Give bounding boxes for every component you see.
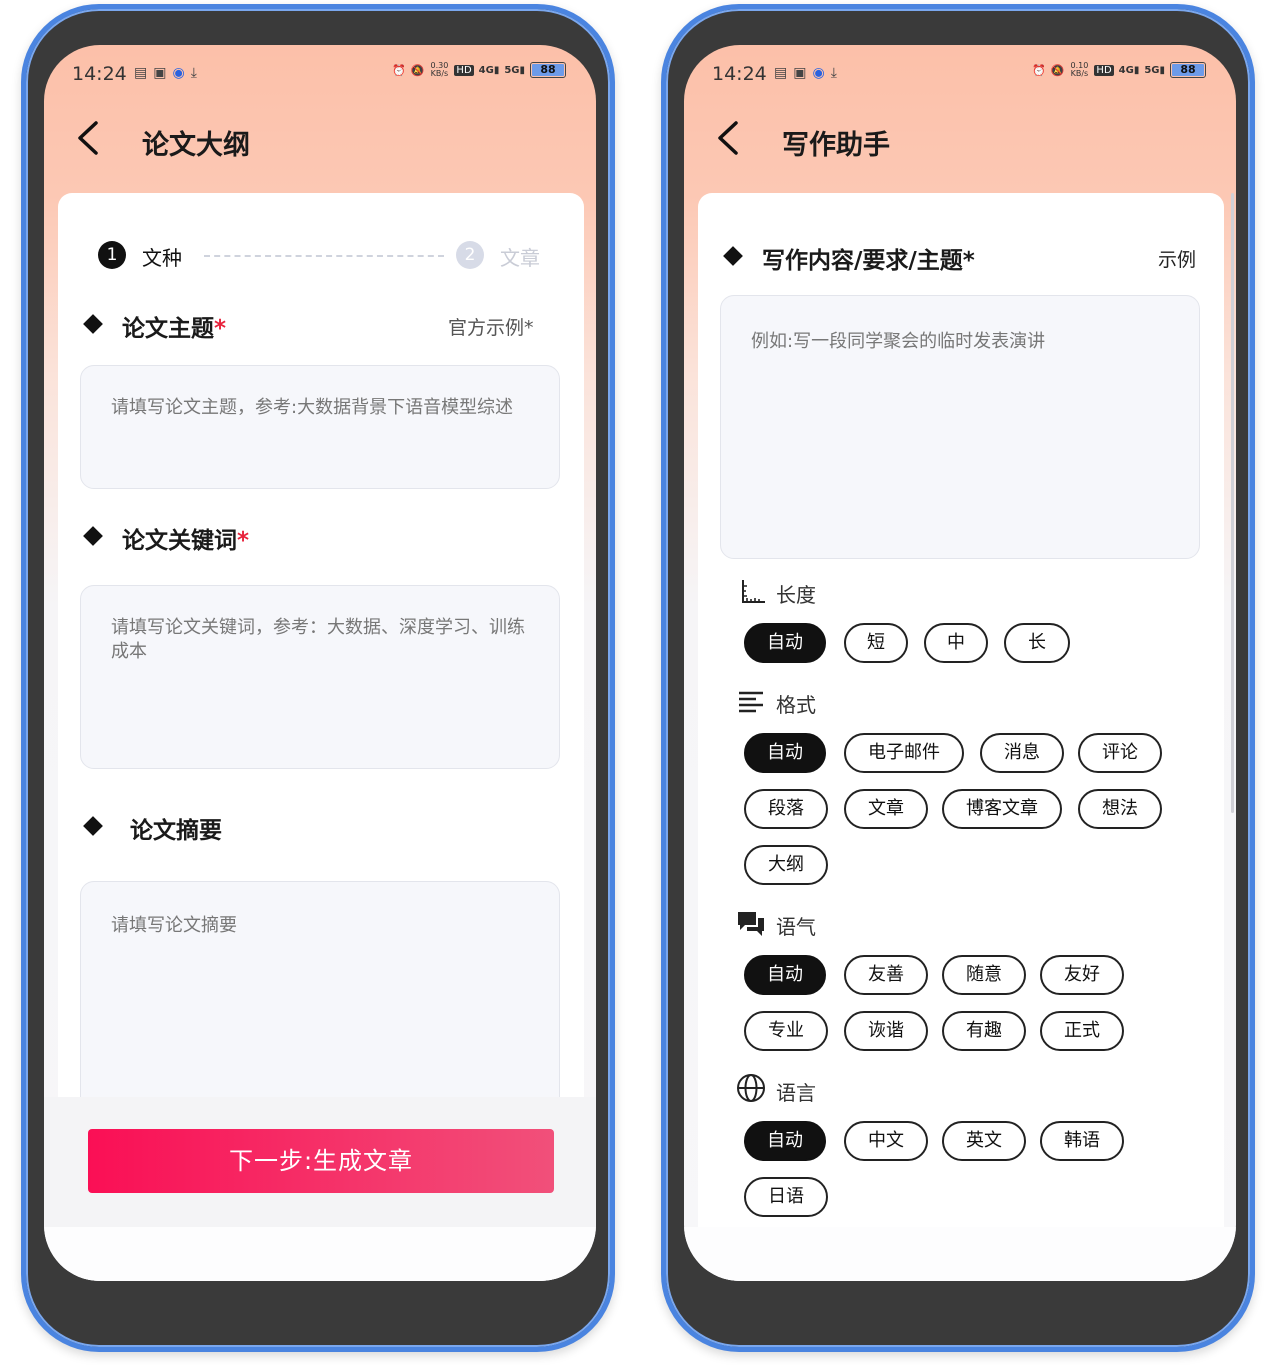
content-title: 写作内容/要求/主题* [762, 248, 975, 274]
language-option-auto[interactable]: 自动 [744, 1121, 826, 1161]
example-link[interactable]: 示例 [1158, 245, 1196, 272]
format-option-email[interactable]: 电子邮件 [844, 733, 964, 773]
alarm-icon: ⏰ [1032, 63, 1046, 77]
language-option-japanese[interactable]: 日语 [744, 1177, 828, 1217]
format-option-idea[interactable]: 想法 [1078, 789, 1162, 829]
ruler-icon [742, 580, 765, 603]
bottom-strip [684, 1227, 1236, 1281]
topic-title: 论文主题* [122, 316, 227, 342]
battery-icon: 88 [530, 62, 566, 78]
status-time: 14:24 [72, 63, 127, 85]
bottom-strip [44, 1227, 596, 1281]
format-label: 格式 [776, 693, 816, 717]
tone-option-auto[interactable]: 自动 [744, 955, 826, 995]
page-title: 论文大纲 [142, 130, 250, 161]
language-option-korean[interactable]: 韩语 [1040, 1121, 1124, 1161]
length-option-long[interactable]: 长 [1004, 623, 1070, 663]
format-option-outline[interactable]: 大纲 [744, 845, 828, 885]
tone-option-professional[interactable]: 专业 [744, 1011, 828, 1051]
scrollbar[interactable] [1231, 193, 1234, 813]
step-1-label: 文种 [142, 246, 182, 270]
language-option-chinese[interactable]: 中文 [844, 1121, 928, 1161]
hd-icon: HD [454, 64, 474, 76]
status-bar: 14:24 ▤▣◉⤓ ⏰ 🔕 0.30 KB/s HD 4G▮ 5G▮ 88 [44, 45, 596, 105]
topic-input[interactable]: 请填写论文主题，参考:大数据背景下语音模型综述 [80, 365, 560, 489]
tone-option-casual[interactable]: 随意 [942, 955, 1026, 995]
keywords-input[interactable]: 请填写论文关键词，参考：大数据、深度学习、训练成本 [80, 585, 560, 769]
abstract-title: 论文摘要 [130, 818, 222, 844]
tone-option-formal[interactable]: 正式 [1040, 1011, 1124, 1051]
length-option-auto[interactable]: 自动 [744, 623, 826, 663]
step-2-number: 2 [456, 241, 484, 269]
network-speed: 0.10 KB/s [1070, 61, 1089, 78]
tone-label: 语气 [776, 915, 816, 939]
format-option-article[interactable]: 文章 [844, 789, 928, 829]
left-screen: 14:24 ▤▣◉⤓ ⏰ 🔕 0.30 KB/s HD 4G▮ 5G▮ 88 论文… [44, 45, 596, 1281]
right-screen: 14:24 ▤▣◉⤓ ⏰ 🔕 0.10 KB/s HD 4G▮ 5G▮ 88 写作… [684, 45, 1236, 1281]
alarm-icon: ⏰ [392, 63, 406, 77]
page-title: 写作助手 [782, 130, 890, 161]
official-example-link[interactable]: 官方示例* [448, 313, 534, 340]
mute-icon: 🔕 [1050, 63, 1065, 77]
diamond-icon [83, 526, 103, 546]
status-time: 14:24 [712, 63, 767, 85]
length-option-medium[interactable]: 中 [924, 623, 988, 663]
mute-icon: 🔕 [410, 63, 425, 77]
status-notification-icons: ▤▣◉⤓ [134, 65, 203, 81]
length-label: 长度 [776, 583, 816, 607]
diamond-icon [83, 314, 103, 334]
chat-bubbles-icon [738, 912, 764, 936]
battery-icon: 88 [1170, 62, 1206, 78]
format-option-message[interactable]: 消息 [980, 733, 1064, 773]
content-input[interactable]: 例如:写一段同学聚会的临时发表演讲 [720, 295, 1200, 559]
step-1-number: 1 [98, 241, 126, 269]
status-system-icons: ⏰ 🔕 0.30 KB/s HD 4G▮ 5G▮ 88 [392, 62, 566, 78]
back-arrow-icon[interactable] [76, 121, 100, 155]
signal-4g-icon: 4G▮ [478, 64, 500, 76]
format-option-blog[interactable]: 博客文章 [942, 789, 1062, 829]
diamond-icon [723, 246, 743, 266]
hd-icon: HD [1094, 64, 1114, 76]
network-speed: 0.30 KB/s [430, 61, 449, 78]
status-bar: 14:24 ▤▣◉⤓ ⏰ 🔕 0.10 KB/s HD 4G▮ 5G▮ 88 [684, 45, 1236, 105]
step-connector [204, 255, 444, 257]
left-phone-frame: 14:24 ▤▣◉⤓ ⏰ 🔕 0.30 KB/s HD 4G▮ 5G▮ 88 论文… [21, 4, 615, 1352]
keywords-title: 论文关键词* [122, 528, 250, 554]
next-generate-button[interactable]: 下一步:生成文章 [88, 1129, 554, 1193]
signal-5g-icon: 5G▮ [504, 64, 525, 76]
format-option-auto[interactable]: 自动 [744, 733, 826, 773]
language-option-english[interactable]: 英文 [942, 1121, 1026, 1161]
format-option-comment[interactable]: 评论 [1078, 733, 1162, 773]
status-system-icons: ⏰ 🔕 0.10 KB/s HD 4G▮ 5G▮ 88 [1032, 62, 1206, 78]
tone-option-humorous[interactable]: 诙谐 [844, 1011, 928, 1051]
format-option-paragraph[interactable]: 段落 [744, 789, 828, 829]
back-arrow-icon[interactable] [716, 121, 740, 155]
step-2-label: 文章 [500, 246, 540, 270]
right-phone-frame: 14:24 ▤▣◉⤓ ⏰ 🔕 0.10 KB/s HD 4G▮ 5G▮ 88 写作… [661, 4, 1255, 1352]
options-card: 写作内容/要求/主题* 示例 例如:写一段同学聚会的临时发表演讲 长度 自动 短… [698, 193, 1224, 1281]
diamond-icon [83, 816, 103, 836]
language-label: 语言 [776, 1081, 816, 1105]
tone-option-kind[interactable]: 友善 [844, 955, 928, 995]
length-option-short[interactable]: 短 [844, 623, 908, 663]
align-text-icon [739, 691, 763, 713]
globe-icon [737, 1074, 765, 1102]
signal-5g-icon: 5G▮ [1144, 64, 1165, 76]
tone-option-friendly[interactable]: 友好 [1040, 955, 1124, 995]
tone-option-fun[interactable]: 有趣 [942, 1011, 1026, 1051]
signal-4g-icon: 4G▮ [1118, 64, 1140, 76]
status-notification-icons: ▤▣◉⤓ [774, 65, 843, 81]
